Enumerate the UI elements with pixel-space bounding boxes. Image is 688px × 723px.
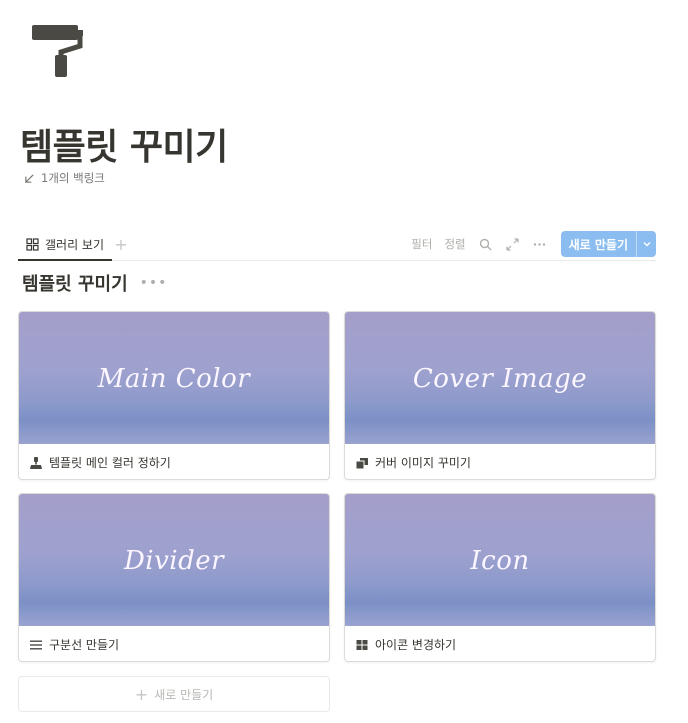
- card-title-row: 아이콘 변경하기: [345, 626, 655, 661]
- new-button[interactable]: 새로 만들기: [560, 231, 656, 257]
- cover-text: Divider: [123, 546, 225, 576]
- page-title[interactable]: 템플릿 꾸미기: [20, 118, 228, 170]
- grid-icon: [356, 639, 368, 650]
- card-title: 템플릿 메인 컬러 정하기: [49, 456, 171, 470]
- more-options-icon[interactable]: [526, 231, 553, 257]
- arrow-down-left-icon: [25, 173, 34, 183]
- cover-text: Main Color: [97, 364, 251, 394]
- expand-icon[interactable]: [499, 231, 526, 257]
- gallery-icon: [26, 238, 39, 251]
- paint-bucket-icon: [30, 456, 42, 469]
- new-card-label: 새로 만들기: [154, 687, 214, 702]
- gallery-card[interactable]: Cover Image 커버 이미지 꾸미기: [344, 311, 656, 480]
- card-cover: Cover Image: [345, 312, 655, 444]
- card-cover: Icon: [345, 494, 655, 626]
- filter-button[interactable]: 필터: [405, 236, 438, 252]
- tab-gallery-view-label: 갤러리 보기: [45, 238, 105, 252]
- card-cover: Divider: [19, 494, 329, 626]
- card-title: 아이콘 변경하기: [375, 638, 457, 652]
- database-title-label: 템플릿 꾸미기: [22, 274, 128, 295]
- add-view-button[interactable]: +: [114, 234, 128, 256]
- search-icon[interactable]: [472, 231, 499, 257]
- chevron-down-icon[interactable]: [636, 231, 656, 257]
- card-title-row: 템플릿 메인 컬러 정하기: [19, 444, 329, 479]
- plus-icon: +: [134, 684, 149, 704]
- gallery-card[interactable]: Icon 아이콘 변경하기: [344, 493, 656, 662]
- gallery-card[interactable]: Main Color 템플릿 메인 컬러 정하기: [18, 311, 330, 480]
- card-cover: Main Color: [19, 312, 329, 444]
- card-title: 커버 이미지 꾸미기: [375, 456, 471, 470]
- list-icon: [30, 640, 42, 649]
- cover-text: Cover Image: [412, 364, 588, 394]
- card-title: 구분선 만들기: [49, 638, 120, 652]
- new-button-label: 새로 만들기: [568, 237, 628, 252]
- paint-roller-icon[interactable]: [30, 22, 86, 78]
- database-title[interactable]: 템플릿 꾸미기 •••: [22, 270, 167, 296]
- sort-button[interactable]: 정렬: [438, 236, 471, 252]
- gallery-card[interactable]: Divider 구분선 만들기: [18, 493, 330, 662]
- database-more-icon[interactable]: •••: [140, 275, 168, 291]
- backlinks-label: 1개의 백링크: [41, 171, 105, 185]
- view-bar: 갤러리 보기 + 필터 정렬 새로 만들기: [18, 230, 656, 261]
- card-title-row: 커버 이미지 꾸미기: [345, 444, 655, 479]
- cover-text: Icon: [470, 546, 530, 576]
- image-stack-icon: [355, 457, 368, 469]
- view-tools: 필터 정렬 새로 만들기: [405, 231, 656, 257]
- backlinks-button[interactable]: 1개의 백링크: [24, 170, 105, 186]
- card-title-row: 구분선 만들기: [19, 626, 329, 661]
- tab-gallery-view[interactable]: 갤러리 보기: [18, 230, 113, 261]
- new-card-button[interactable]: + 새로 만들기: [18, 676, 330, 712]
